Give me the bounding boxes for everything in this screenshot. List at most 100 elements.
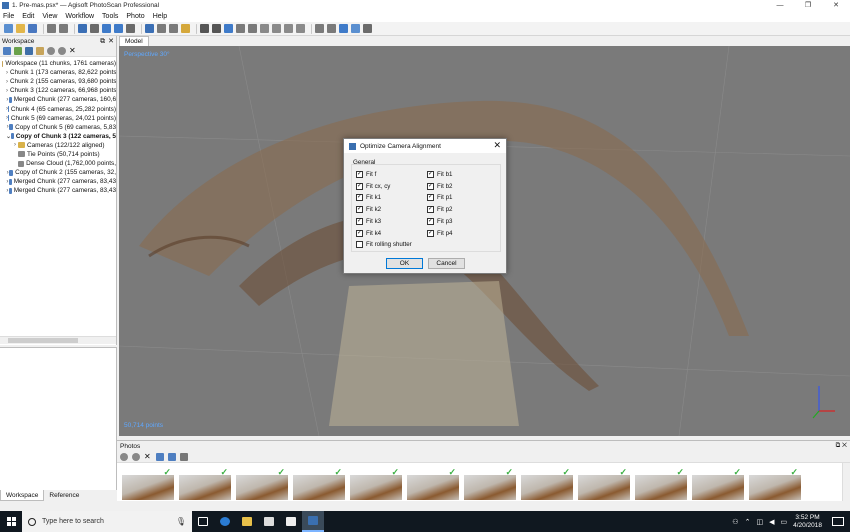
photo-thumbnail[interactable]: ✓ — [464, 467, 516, 500]
store-icon[interactable] — [258, 511, 280, 532]
menu-tools[interactable]: Tools — [102, 13, 118, 20]
checkbox-option[interactable]: ✓ Fit k4 — [356, 229, 381, 237]
show-region-icon[interactable] — [351, 24, 360, 33]
checkbox-option[interactable]: ✓ Fit cx, cy — [356, 182, 390, 190]
close-button[interactable]: ✕ — [822, 0, 850, 11]
expand-arrow-icon[interactable]: › — [6, 79, 8, 85]
open-icon[interactable] — [16, 24, 25, 33]
checkbox-unchecked-icon[interactable] — [356, 241, 363, 249]
photoscan-taskbar-icon[interactable] — [302, 511, 324, 532]
add-chunk-icon[interactable] — [3, 47, 11, 55]
tree-item[interactable]: › Merged Chunk (277 cameras, 83,43 — [0, 186, 116, 195]
menu-file[interactable]: File — [3, 13, 14, 20]
new-icon[interactable] — [4, 24, 13, 33]
checkbox-checked-icon[interactable]: ✓ — [427, 217, 434, 225]
close-panel-icon[interactable]: ✕ — [842, 442, 847, 449]
add-icon[interactable] — [145, 24, 154, 33]
photo-thumbnail[interactable]: ✓ — [293, 467, 345, 500]
tree-item[interactable]: › Chunk 3 (122 cameras, 66,968 points) — [0, 86, 116, 95]
redo-icon[interactable] — [59, 24, 68, 33]
photo-thumbnail[interactable]: ✓ — [122, 467, 174, 500]
point-cloud-icon[interactable] — [236, 24, 245, 33]
tree-item[interactable]: › Chunk 5 (69 cameras, 24,021 points) — [0, 114, 116, 123]
volume-icon[interactable]: ◀ — [769, 518, 774, 526]
photo-thumbnail[interactable]: ✓ — [635, 467, 687, 500]
tree-item[interactable]: › Chunk 1 (173 cameras, 82,622 points) — [0, 68, 116, 77]
checkbox-option[interactable]: ✓ Fit k3 — [356, 217, 381, 225]
clock[interactable]: 3:52 PM 4/20/2018 — [793, 514, 822, 530]
tree-item[interactable]: › Chunk 4 (65 cameras, 25,282 points) — [0, 104, 116, 113]
taskbar-search-box[interactable]: Type here to search 🎙 — [22, 511, 192, 532]
textured-icon[interactable] — [296, 24, 305, 33]
tree-item[interactable]: Dense Cloud (1,762,000 points, — [0, 159, 116, 168]
filter-icon[interactable] — [156, 452, 164, 461]
checkbox-option[interactable]: ✓ Fit f — [356, 171, 376, 178]
checkbox-option[interactable]: ✓ Fit p2 — [427, 206, 452, 214]
start-button[interactable] — [0, 511, 22, 532]
checkbox-checked-icon[interactable]: ✓ — [427, 171, 434, 178]
disable-cameras-icon[interactable] — [132, 452, 140, 461]
navigation-icon[interactable] — [78, 24, 87, 33]
disable-icon[interactable] — [58, 47, 66, 55]
tree-item[interactable]: ⌄ Copy of Chunk 3 (122 cameras, 5 — [0, 132, 116, 141]
show-hidden-icons[interactable]: ⌃ — [745, 518, 751, 526]
close-panel-icon[interactable]: ✕ — [108, 38, 114, 45]
checkbox-checked-icon[interactable]: ✓ — [427, 229, 434, 237]
checkbox-option[interactable]: ✓ Fit b1 — [427, 171, 452, 178]
ok-button[interactable]: OK — [386, 258, 423, 269]
dense-cloud-view-icon[interactable] — [248, 24, 257, 33]
checkbox-option[interactable]: Fit rolling shutter — [356, 241, 412, 249]
view-mode-icon[interactable] — [180, 452, 188, 461]
tiled-model-icon[interactable] — [315, 24, 324, 33]
enable-cameras-icon[interactable] — [120, 452, 128, 461]
move-object-icon[interactable] — [102, 24, 111, 33]
add-folder-icon[interactable] — [25, 47, 33, 55]
checkbox-checked-icon[interactable]: ✓ — [356, 229, 363, 237]
menu-photo[interactable]: Photo — [126, 13, 144, 20]
float-panel-icon[interactable]: ⧉ — [100, 38, 105, 45]
menu-workflow[interactable]: Workflow — [65, 13, 94, 20]
enable-icon[interactable] — [47, 47, 55, 55]
scrollbar-thumb[interactable] — [8, 338, 78, 343]
show-cameras-icon[interactable] — [339, 24, 348, 33]
expand-arrow-icon[interactable]: › — [6, 88, 8, 94]
checkbox-checked-icon[interactable]: ✓ — [427, 194, 434, 202]
tree-item[interactable]: › Copy of Chunk 2 (155 cameras, 32, — [0, 168, 116, 177]
tree-item[interactable]: › Chunk 2 (155 cameras, 93,680 points) — [0, 77, 116, 86]
remove-items-icon[interactable]: ✕ — [69, 47, 77, 55]
maximize-button[interactable]: ❐ — [794, 0, 822, 11]
checkbox-checked-icon[interactable]: ✓ — [356, 206, 363, 214]
image-view-icon[interactable] — [168, 452, 176, 461]
checkbox-option[interactable]: ✓ Fit k2 — [356, 206, 381, 214]
action-center-icon[interactable] — [832, 517, 844, 526]
tab-model[interactable]: Model — [119, 36, 149, 46]
undo-icon[interactable] — [47, 24, 56, 33]
add-photos-icon[interactable] — [14, 47, 22, 55]
tree-item[interactable]: › Cameras (122/122 aligned) — [0, 141, 116, 150]
tree-item[interactable]: Workspace (11 chunks, 1761 cameras) — [0, 59, 116, 68]
menu-edit[interactable]: Edit — [22, 13, 34, 20]
draw-polygon-icon[interactable] — [169, 24, 178, 33]
checkbox-option[interactable]: ✓ Fit p3 — [427, 217, 452, 225]
tab-workspace[interactable]: Workspace — [0, 490, 45, 501]
crop-selection-icon[interactable] — [212, 24, 221, 33]
photo-thumbnail[interactable]: ✓ — [236, 467, 288, 500]
photo-thumbnail[interactable]: ✓ — [350, 467, 402, 500]
mail-icon[interactable] — [280, 511, 302, 532]
merge-chunks-icon[interactable] — [36, 47, 44, 55]
draw-polyline-icon[interactable] — [181, 24, 190, 33]
solid-icon[interactable] — [272, 24, 281, 33]
photo-thumbnail[interactable]: ✓ — [179, 467, 231, 500]
ruler-icon[interactable] — [157, 24, 166, 33]
people-icon[interactable]: ⚇ — [732, 518, 738, 526]
photo-thumbnail[interactable]: ✓ — [407, 467, 459, 500]
rotate-object-icon[interactable] — [114, 24, 123, 33]
checkbox-option[interactable]: ✓ Fit k1 — [356, 194, 381, 202]
reset-view-icon[interactable] — [363, 24, 372, 33]
rect-select-icon[interactable] — [90, 24, 99, 33]
keyboard-icon[interactable]: ▭ — [780, 518, 787, 526]
photos-vertical-scrollbar[interactable] — [842, 463, 850, 501]
checkbox-option[interactable]: ✓ Fit p4 — [427, 229, 452, 237]
task-view-icon[interactable] — [192, 511, 214, 532]
network-icon[interactable]: ◫ — [756, 518, 763, 526]
